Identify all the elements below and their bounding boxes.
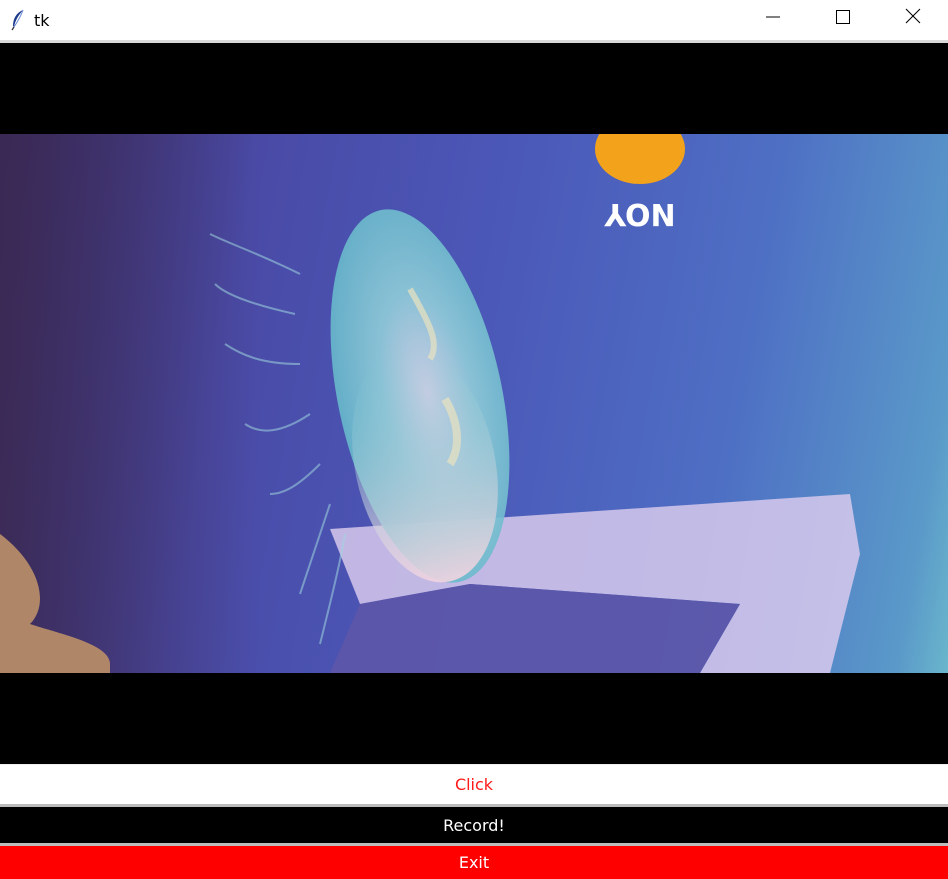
minimize-icon: [766, 9, 780, 28]
exit-button[interactable]: Exit: [0, 846, 948, 879]
minimize-button[interactable]: [738, 0, 808, 36]
maximize-button[interactable]: [808, 0, 878, 36]
window-title: tk: [34, 10, 50, 30]
record-button[interactable]: Record!: [0, 807, 948, 843]
camera-image: NOY: [0, 134, 860, 673]
window-controls: [738, 0, 948, 36]
feather-icon: [8, 9, 28, 31]
maximize-icon: [836, 9, 850, 28]
click-button[interactable]: Click: [0, 765, 948, 804]
title-bar[interactable]: tk: [0, 0, 948, 40]
camera-overlay-text: NOY: [603, 196, 676, 231]
close-button[interactable]: [878, 0, 948, 36]
video-canvas: NOY: [0, 43, 948, 764]
camera-frame: NOY: [0, 134, 948, 673]
close-icon: [905, 8, 921, 28]
app-window: tk NOY Click Record! Exit: [0, 0, 948, 879]
